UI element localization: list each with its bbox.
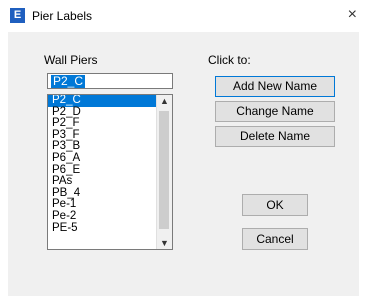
- list-item[interactable]: P6_A: [48, 152, 172, 165]
- list-item[interactable]: P2_C: [48, 95, 156, 107]
- list-scrollbar[interactable]: ▲ ▼: [156, 95, 172, 249]
- add-new-name-button[interactable]: Add New Name: [215, 76, 335, 97]
- delete-name-button[interactable]: Delete Name: [215, 126, 335, 147]
- app-icon: E: [10, 8, 25, 23]
- wall-piers-label: Wall Piers: [44, 53, 98, 67]
- list-item[interactable]: PE-5: [48, 222, 172, 235]
- change-name-button[interactable]: Change Name: [215, 101, 335, 122]
- title-bar: E Pier Labels ×: [0, 0, 367, 32]
- scroll-down-icon[interactable]: ▼: [157, 237, 172, 249]
- wall-piers-list[interactable]: P2_C P2_D P2_F P3_F P3_B P6_A P6_E PAs P…: [47, 94, 173, 250]
- list-item[interactable]: PAs: [48, 176, 172, 188]
- list-item[interactable]: Pe-2: [48, 210, 172, 223]
- ok-button[interactable]: OK: [242, 194, 308, 216]
- pier-name-input[interactable]: P2_C: [47, 73, 173, 89]
- window-title: Pier Labels: [32, 9, 93, 23]
- close-icon[interactable]: ×: [348, 5, 357, 25]
- cancel-button[interactable]: Cancel: [242, 228, 308, 250]
- scroll-up-icon[interactable]: ▲: [157, 95, 172, 107]
- scroll-thumb[interactable]: [159, 111, 169, 229]
- dialog-body: Wall Piers Click to: P2_C P2_C P2_D P2_F…: [8, 32, 359, 296]
- pier-name-value: P2_C: [51, 74, 86, 88]
- click-to-label: Click to:: [208, 53, 251, 67]
